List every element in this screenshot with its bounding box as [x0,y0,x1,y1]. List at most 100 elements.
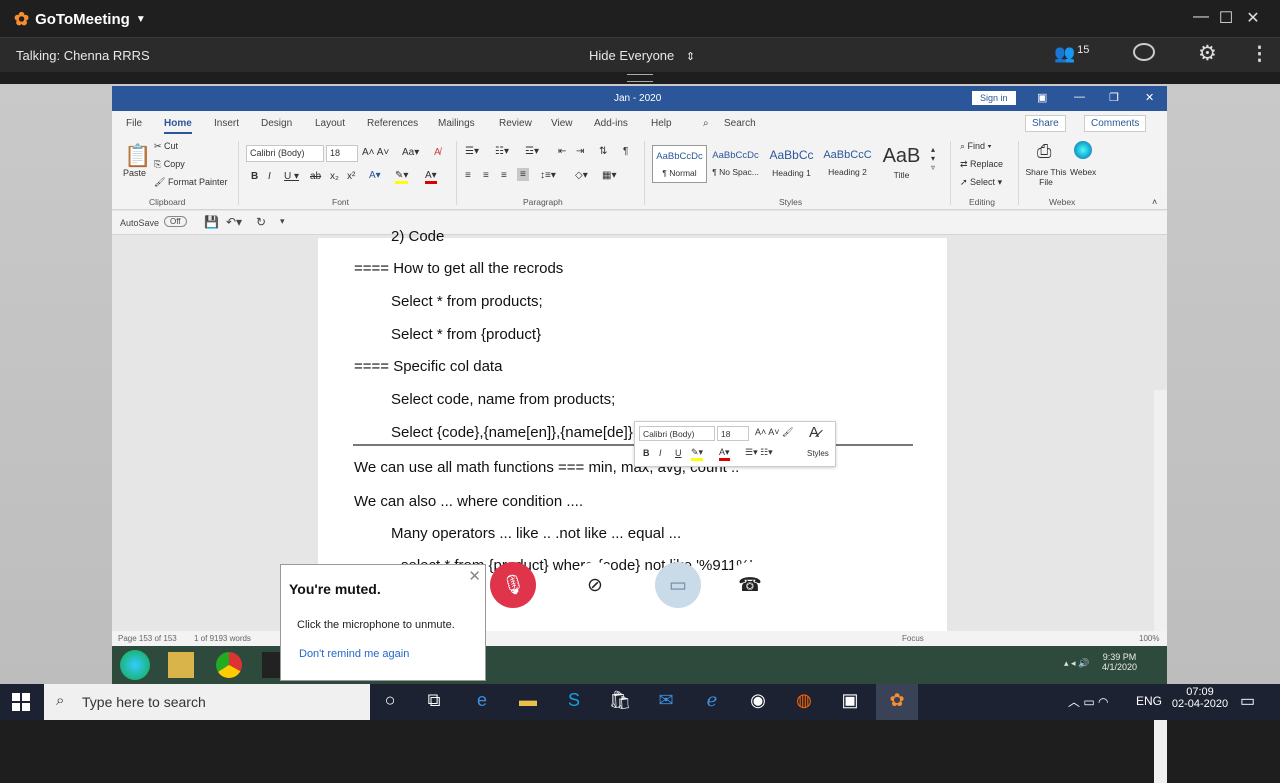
superscript-icon[interactable]: x² [347,171,355,182]
task-view-icon[interactable]: ⧉ [422,690,446,711]
vertical-scrollbar[interactable] [1154,390,1167,783]
grow-font-icon[interactable]: A˄ A˅ 🖌 [755,427,793,438]
tab-references[interactable]: References [367,118,418,129]
font-name-combo[interactable]: Calibri (Body) [246,145,324,162]
style-heading-2[interactable]: AaBbCcC Heading 2 [820,145,875,183]
notifications-icon[interactable]: ▭ [1240,691,1255,711]
save-icon[interactable]: 💾 [204,215,219,229]
justify-icon[interactable]: ≡ [517,168,529,181]
store-icon[interactable]: 🛍 [608,690,632,711]
chat-icon[interactable] [1133,43,1155,61]
tray-icons[interactable]: ︿ ▭ ◠ [1068,693,1108,710]
goto-logo[interactable]: ✿ GoToMeeting ▼ [14,9,146,30]
comments-button[interactable]: Comments [1084,115,1147,132]
align-center-icon[interactable]: ≡ [483,170,489,181]
minimize-icon[interactable]: — [1190,8,1212,26]
share-file-icon[interactable]: ⎙ [1037,141,1051,162]
maximize-icon[interactable]: ☐ [1215,8,1237,28]
highlight-icon[interactable]: ✎▾ [395,170,409,184]
undo-icon[interactable]: ↶▾ [226,215,242,229]
tab-mailings[interactable]: Mailings [438,118,475,129]
italic-icon[interactable]: I [268,171,271,182]
multilevel-list-icon[interactable]: ☲▾ [525,146,539,157]
tab-design[interactable]: Design [261,118,292,129]
remote-app-icon[interactable]: ▣ [838,690,862,711]
share-button[interactable]: Share [1025,115,1066,132]
mail-icon[interactable]: ✉ [654,690,678,711]
leave-button[interactable]: ☎ [727,562,773,608]
restore-icon[interactable]: ❐ [1109,91,1119,104]
clock[interactable]: 07:09 02-04-2020 [1170,686,1230,710]
tab-add-ins[interactable]: Add-ins [594,118,628,129]
share-file-label[interactable]: Share This File [1024,167,1068,187]
remote-chrome-icon[interactable] [216,652,242,678]
file-explorer-icon[interactable]: ▬ [516,690,540,711]
tab-review[interactable]: Review [499,118,532,129]
style-normal[interactable]: AaBbCcDc ¶ Normal [652,145,707,183]
language-indicator[interactable]: ENG [1136,694,1162,708]
italic-icon[interactable]: I [659,448,662,458]
bullets-icon[interactable]: ☰▾ ☷▾ [745,447,773,458]
tab-layout[interactable]: Layout [315,118,345,129]
close-icon[interactable]: ✕ [468,567,481,585]
sort-icon[interactable]: ⇅ [599,146,607,157]
edge-icon[interactable]: e [470,690,494,711]
styles-icon[interactable]: A̷ [809,424,819,441]
minimize-icon[interactable]: — [1074,91,1085,103]
format-painter-button[interactable]: 🖌 Format Painter [154,177,227,188]
cut-button[interactable]: ✂ Cut [154,141,178,152]
shading-icon[interactable]: ◇▾ [575,170,588,181]
pilcrow-icon[interactable]: ¶ [623,146,628,157]
windows-start-icon[interactable] [12,693,30,711]
underline-icon[interactable]: U [675,448,682,458]
gotomeeting-taskbar-icon[interactable]: ✿ [876,684,918,720]
webex-label[interactable]: Webex [1070,167,1096,177]
drag-handle[interactable] [627,74,653,82]
ribbon-search[interactable]: Search [724,118,756,129]
tab-insert[interactable]: Insert [214,118,239,129]
zoom-level[interactable]: 100% [1139,634,1159,643]
paste-label[interactable]: Paste [123,168,146,178]
highlight-icon[interactable]: ✎▾ [691,447,704,461]
change-case-icon[interactable]: Aa▾ [402,147,419,158]
borders-icon[interactable]: ▦▾ [602,170,616,181]
style-heading-1[interactable]: AaBbCc Heading 1 [764,145,819,183]
styles-label[interactable]: Styles [807,449,829,458]
remote-start-icon[interactable] [120,650,150,680]
tab-view[interactable]: View [551,118,573,129]
paste-icon[interactable]: 📋 [124,143,151,169]
strikethrough-icon[interactable]: ab [310,171,321,182]
dont-remind-link[interactable]: Don't remind me again [299,648,409,660]
find-button[interactable]: ⌕ Find ▾ [960,141,991,152]
focus-button[interactable]: Focus [902,634,924,643]
align-left-icon[interactable]: ≡ [465,170,471,181]
webex-icon[interactable] [1074,141,1092,159]
close-icon[interactable]: ✕ [1242,8,1264,28]
participants-button[interactable]: 👥 15 [1054,44,1089,64]
screen-button[interactable]: ▭ [655,562,701,608]
select-button[interactable]: ➚ Select ▾ [960,177,1002,188]
firefox-icon[interactable]: ◍ [792,690,816,711]
tab-home[interactable]: Home [164,118,192,134]
ribbon-display-icon[interactable]: ▣ [1037,91,1047,104]
underline-icon[interactable]: U ▾ [284,171,299,182]
chrome-icon[interactable]: ◉ [746,690,770,711]
search-icon[interactable]: ⌕ [703,118,709,129]
line-spacing-icon[interactable]: ↕≡▾ [540,170,556,181]
cortana-icon[interactable]: ○ [378,690,402,711]
decrease-indent-icon[interactable]: ⇤ [558,146,566,157]
bullets-icon[interactable]: ☰▾ [465,146,479,157]
numbering-icon[interactable]: ☷▾ [495,146,509,157]
mini-size-combo[interactable]: 18 [717,426,749,441]
copy-button[interactable]: ⎘ Copy [154,159,185,170]
customize-qat-icon[interactable]: ▾ [280,216,285,227]
bold-icon[interactable]: B [643,448,650,458]
tab-help[interactable]: Help [651,118,672,129]
styles-scroll-icon[interactable]: ▴ ▾ ▿ [931,145,935,172]
grow-font-icon[interactable]: A˄ A˅ [362,147,389,158]
subscript-icon[interactable]: x₂ [330,171,339,182]
autosave-toggle[interactable]: Off [164,216,187,227]
tab-file[interactable]: File [126,118,142,129]
font-size-combo[interactable]: 18 [326,145,358,162]
more-options-icon[interactable]: ⋮ [1250,43,1269,66]
